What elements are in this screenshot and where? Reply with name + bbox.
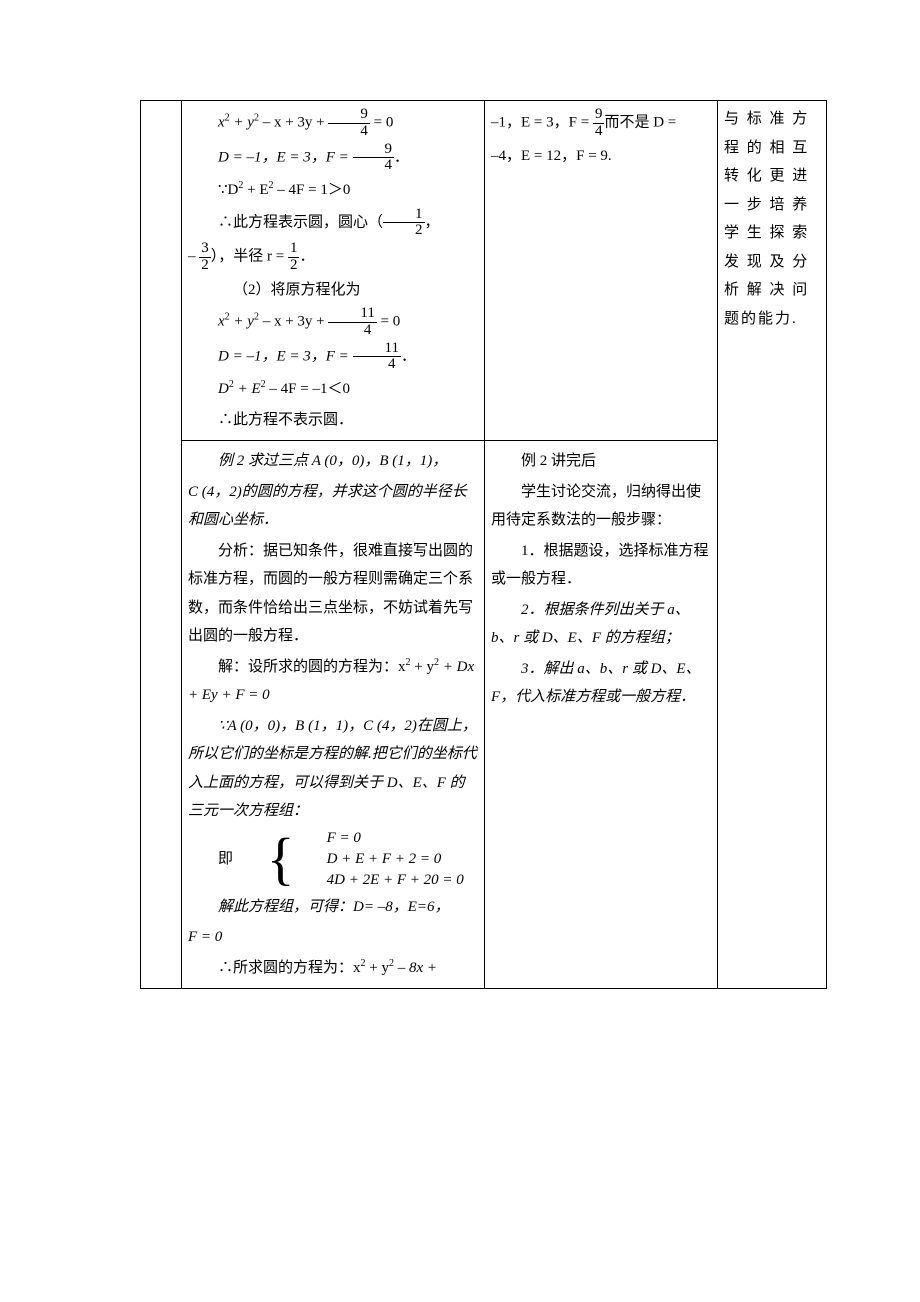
- stub-cell: [141, 101, 182, 989]
- r2c2-l1: 例 2 讲完后: [491, 447, 711, 476]
- intent-text: 与 标 准 方程 的 相 互转 化 更 进一 步 培 养学 生 探 索发 现 及…: [724, 105, 820, 333]
- r1-eq7: x2 + y2 – x + 3y + 114 = 0: [188, 306, 478, 339]
- lesson-plan-table: x2 + y2 – x + 3y + 94 = 0 D = –1，E = 3，F…: [140, 100, 827, 989]
- left-brace-icon: {: [237, 830, 295, 888]
- r1-eq1: x2 + y2 – x + 3y + 94 = 0: [188, 107, 478, 140]
- r2-p6b: F = 0: [188, 923, 478, 952]
- r2-p1b: C (4，2)的圆的方程，并求这个圆的半径长和圆心坐标．: [188, 478, 478, 535]
- r2c2-l5: 3．解出 a、b、r 或 D、E、F，代入标准方程或一般方程．: [491, 655, 711, 712]
- r2-p4: ∵A (0，0)，B (1，1)，C (4，2)在圆上，所以它们的坐标是方程的解…: [188, 712, 478, 826]
- r1-line6: （2）将原方程化为: [188, 276, 478, 305]
- r2-student-col: 例 2 讲完后 学生讨论交流，归纳得出使用待定系数法的一般步骤： 1．根据题设，…: [485, 441, 718, 989]
- r2-teacher-col: 例 2 求过三点 A (0，0)，B (1，1)， C (4，2)的圆的方程，并…: [182, 441, 485, 989]
- r2-p3: 解：设所求的圆的方程为：x2 + y2 + Dx + Ey + F = 0: [188, 653, 478, 710]
- r2-p1a: 例 2 求过三点 A (0，0)，B (1，1)，: [188, 447, 478, 476]
- r1-line5: – 32），半径 r = 12．: [188, 241, 478, 274]
- r1-line8: D = –1，E = 3，F = 114．: [188, 341, 478, 374]
- r1-line9: D2 + E2 – 4F = –1＜0: [188, 375, 478, 404]
- r1-line2: D = –1，E = 3，F = 94．: [188, 142, 478, 175]
- r1-line10: ∴此方程不表示圆．: [188, 406, 478, 435]
- r2-sys: 即 { F = 0 D + E + F + 2 = 0 4D + 2E + F …: [188, 828, 478, 891]
- r1c2-l2: –4，E = 12，F = 9.: [491, 142, 711, 171]
- r1-line3: ∵D2 + E2 – 4F = 1＞0: [188, 176, 478, 205]
- r1-teacher-col: x2 + y2 – x + 3y + 94 = 0 D = –1，E = 3，F…: [182, 101, 485, 441]
- intent-col: 与 标 准 方程 的 相 互转 化 更 进一 步 培 养学 生 探 索发 现 及…: [718, 101, 827, 989]
- r1-line4: ∴此方程表示圆，圆心（12，: [188, 207, 478, 240]
- r2-p6: 解此方程组，可得：D= –8，E=6，: [188, 893, 478, 922]
- r2-p7: ∴所求圆的方程为：x2 + y2 – 8x +: [188, 954, 478, 983]
- r2c2-l4: 2．根据条件列出关于 a、b、r 或 D、E、F 的方程组；: [491, 596, 711, 653]
- brace-system: { F = 0 D + E + F + 2 = 0 4D + 2E + F + …: [237, 828, 464, 891]
- r2c2-l2: 学生讨论交流，归纳得出使用待定系数法的一般步骤：: [491, 478, 711, 535]
- r2c2-l3: 1．根据题设，选择标准方程或一般方程．: [491, 537, 711, 594]
- r1-student-col: –1，E = 3，F = 94而不是 D = –4，E = 12，F = 9.: [485, 101, 718, 441]
- r2-p2: 分析：据已知条件，很难直接写出圆的标准方程，而圆的一般方程则需确定三个系数，而条…: [188, 537, 478, 651]
- r1c2-l1: –1，E = 3，F = 94而不是 D =: [491, 107, 711, 140]
